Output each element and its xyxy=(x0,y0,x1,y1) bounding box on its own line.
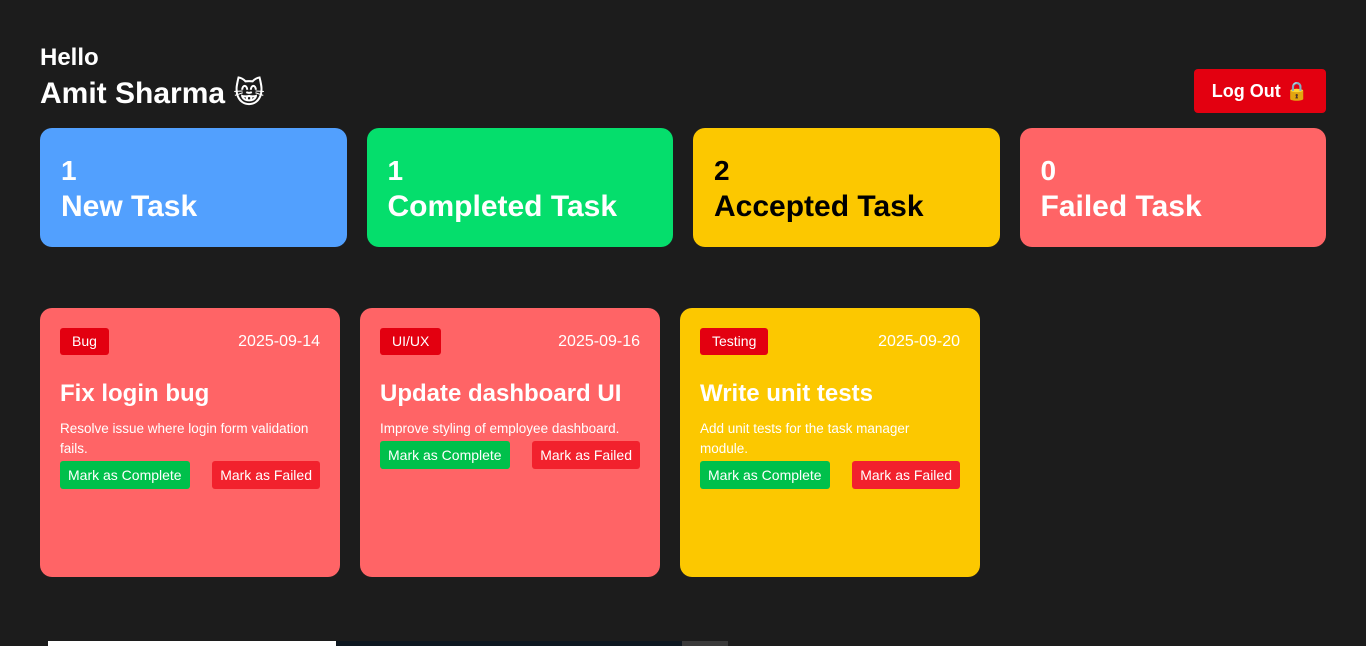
header: Hello Amit Sharma 😸 Log Out 🔒 xyxy=(40,44,1326,114)
strip-segment xyxy=(682,641,728,646)
task-card: UI/UX 2025-09-16 Update dashboard UI Imp… xyxy=(360,308,660,577)
strip-segment xyxy=(48,641,336,646)
stat-label: Accepted Task xyxy=(714,190,924,223)
stat-count: 2 xyxy=(714,155,730,186)
mark-failed-button[interactable]: Mark as Failed xyxy=(212,461,320,489)
logout-button[interactable]: Log Out 🔒 xyxy=(1194,69,1326,113)
task-description: Resolve issue where login form validatio… xyxy=(60,421,309,456)
stat-label: Completed Task xyxy=(387,190,618,223)
task-description: Improve styling of employee dashboard. xyxy=(380,421,620,436)
task-date: 2025-09-16 xyxy=(558,332,640,350)
mark-failed-button[interactable]: Mark as Failed xyxy=(852,461,960,489)
task-category-badge: Testing xyxy=(700,328,769,355)
stat-count: 0 xyxy=(1040,155,1057,186)
task-stats: 1 New Task 1 Completed Task 2 Accepted T… xyxy=(40,128,1326,247)
bottom-strip xyxy=(0,641,1366,646)
mark-complete-button[interactable]: Mark as Complete xyxy=(380,441,510,469)
strip-segment xyxy=(336,641,682,646)
task-date: 2025-09-20 xyxy=(878,332,960,350)
stat-new-task: 1 New Task xyxy=(40,128,347,247)
user-name: Amit Sharma 😸 xyxy=(40,77,265,110)
task-list: Bug 2025-09-14 Fix login bug Resolve iss… xyxy=(40,308,980,577)
task-date: 2025-09-14 xyxy=(238,332,320,350)
mark-complete-button[interactable]: Mark as Complete xyxy=(700,461,830,489)
stat-label: New Task xyxy=(61,190,198,223)
task-card: Testing 2025-09-20 Write unit tests Add … xyxy=(680,308,980,577)
task-description: Add unit tests for the task manager modu… xyxy=(700,421,910,456)
task-category-badge: UI/UX xyxy=(380,328,442,355)
stat-completed-task: 1 Completed Task xyxy=(366,128,673,247)
task-category-badge: Bug xyxy=(60,328,109,355)
task-card: Bug 2025-09-14 Fix login bug Resolve iss… xyxy=(40,308,340,577)
mark-failed-button[interactable]: Mark as Failed xyxy=(532,441,640,469)
stat-label: Failed Task xyxy=(1040,190,1202,223)
task-title: Write unit tests xyxy=(700,380,873,407)
greeting-hello: Hello xyxy=(40,44,99,71)
stat-count: 1 xyxy=(387,155,404,186)
task-title: Update dashboard UI xyxy=(380,380,622,407)
greeting: Hello Amit Sharma 😸 xyxy=(40,44,265,114)
stat-accepted-task: 2 Accepted Task xyxy=(693,128,1000,247)
task-title: Fix login bug xyxy=(60,380,210,407)
mark-complete-button[interactable]: Mark as Complete xyxy=(60,461,190,489)
stat-failed-task: 0 Failed Task xyxy=(1019,128,1326,247)
stat-count: 1 xyxy=(61,155,77,186)
